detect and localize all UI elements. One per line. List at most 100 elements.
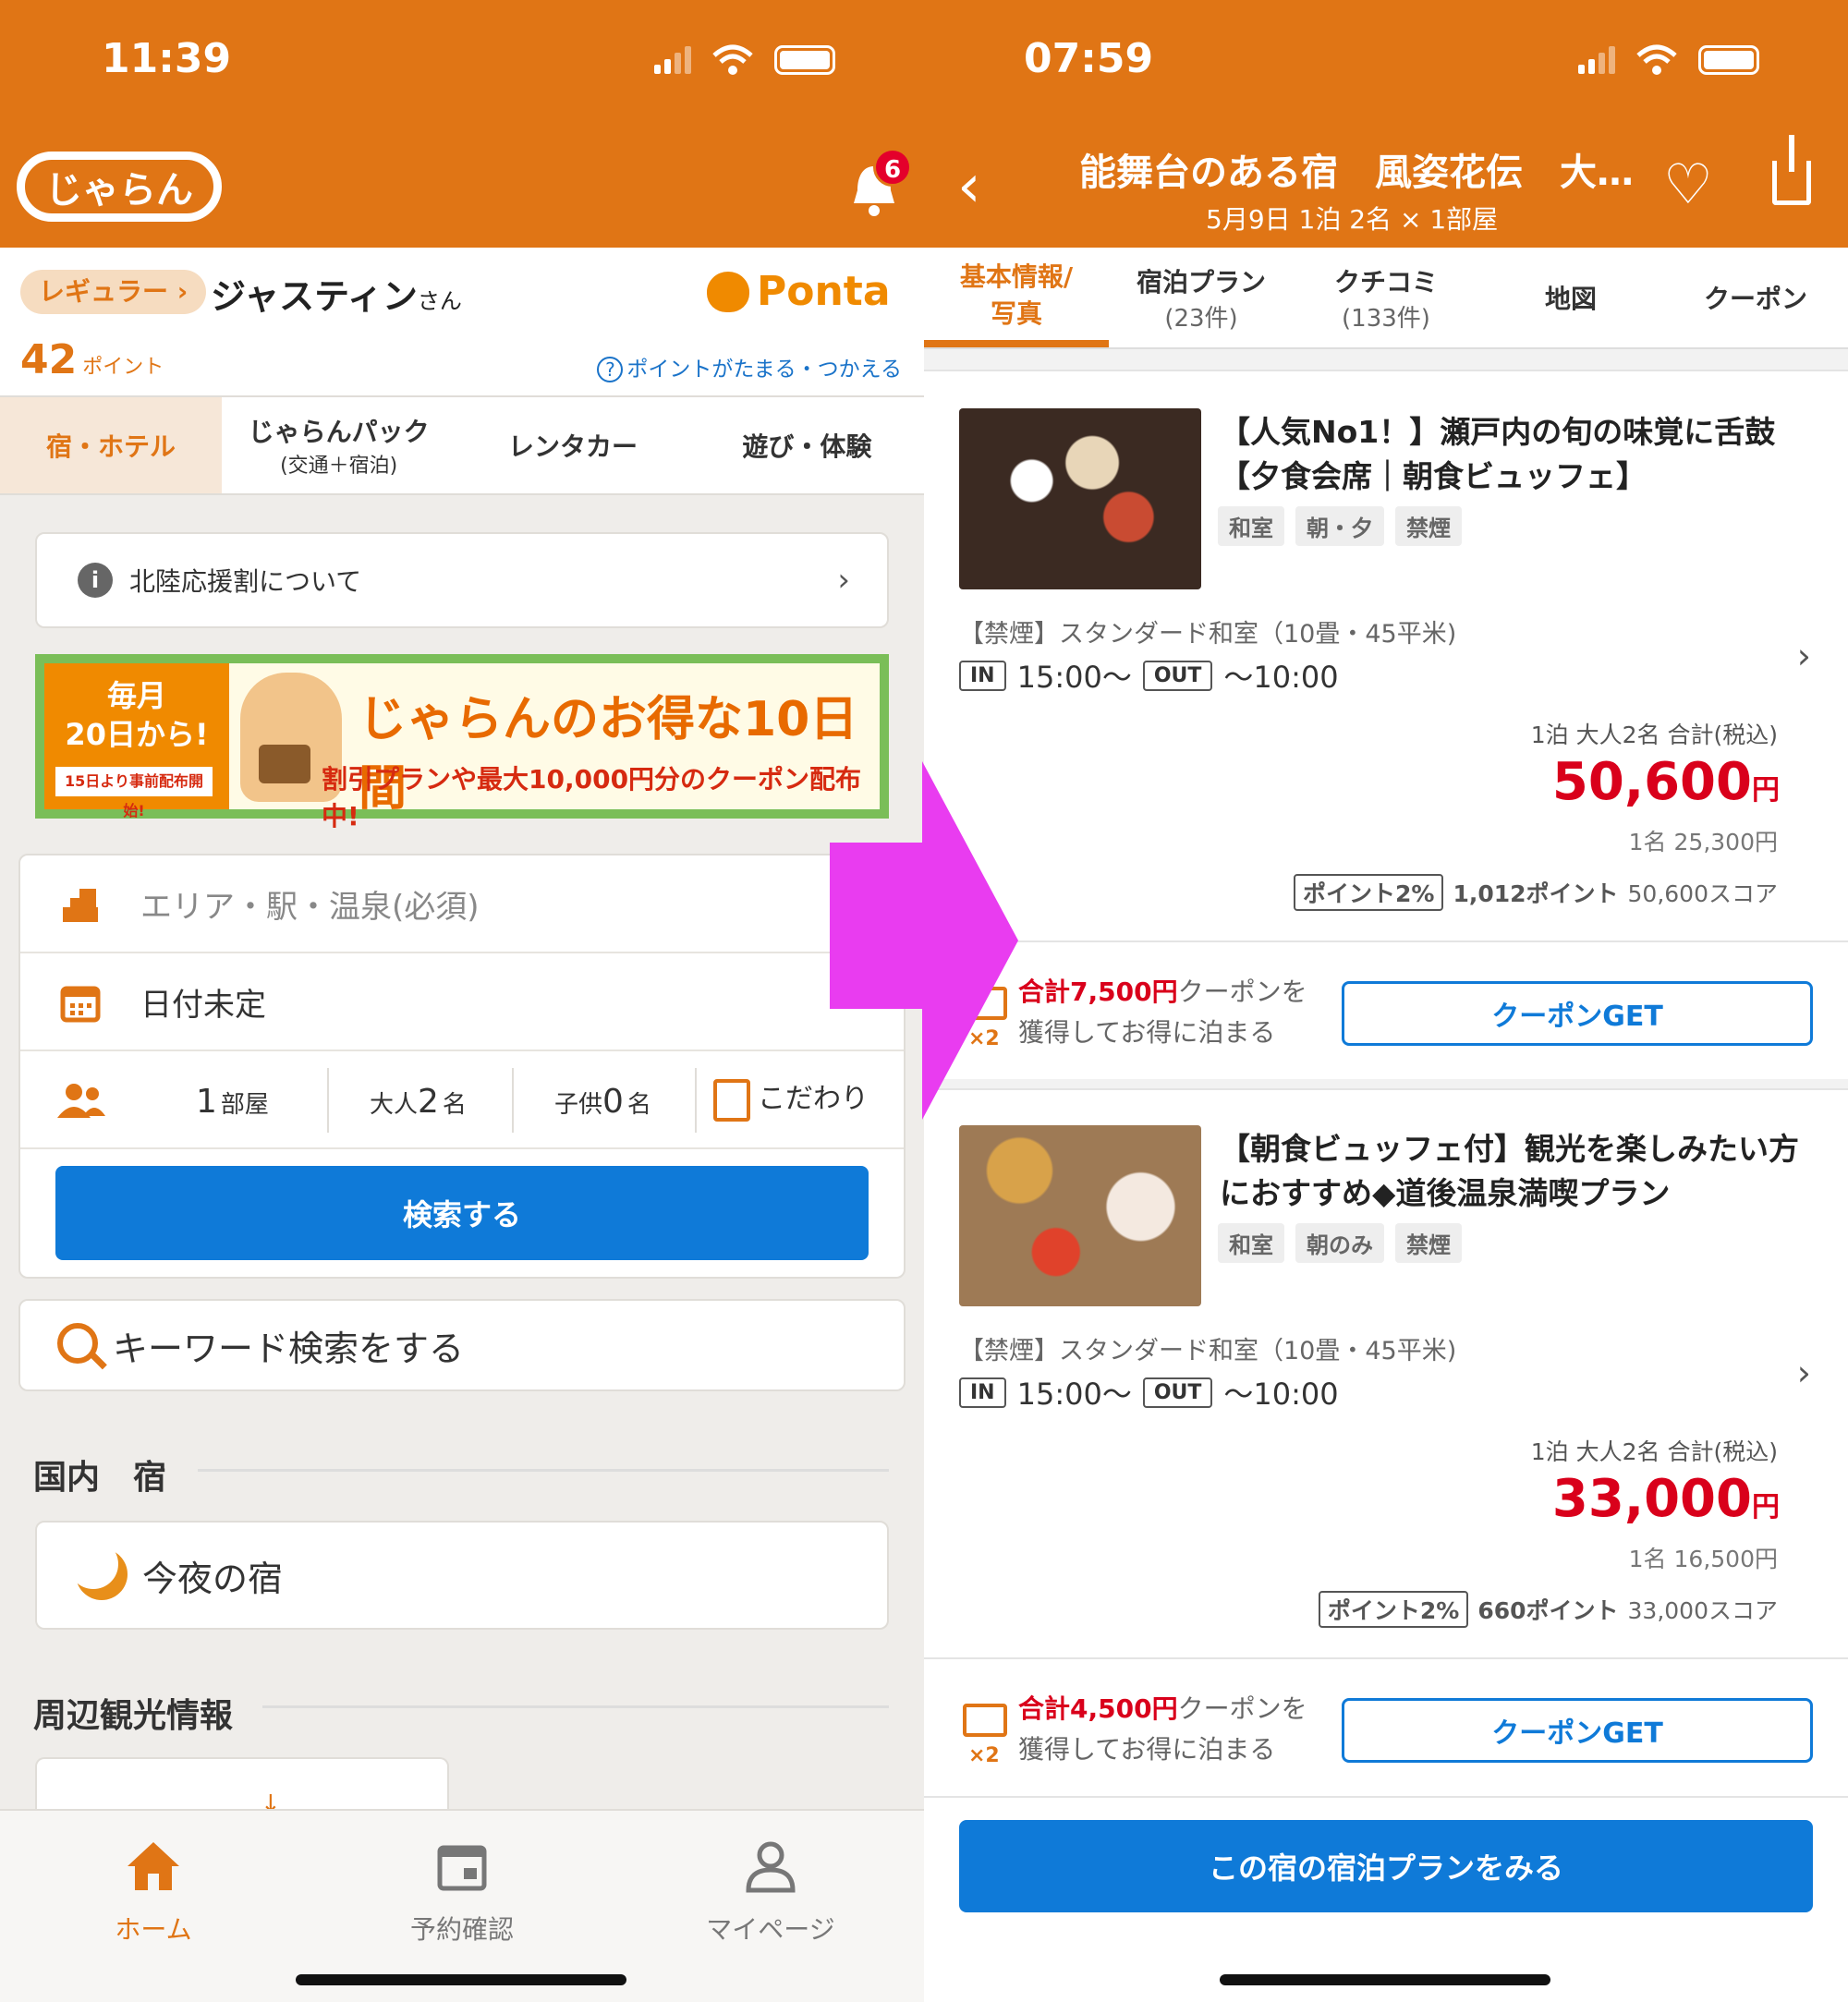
adults-selector[interactable]: 大人2 名 [370,1083,467,1121]
ponta-text: Ponta [757,268,891,315]
section-divider [262,1705,889,1708]
plan-card[interactable]: 【朝食ビュッフェ付】観光を楽しみたい方におすすめ◆道後温泉満喫プラン 和室 朝の… [924,1088,1848,1657]
tab-reviews[interactable]: クチコミ (133件) [1294,248,1478,347]
battery-icon [1698,45,1759,75]
points-help-text: ポイントがたまる・つかえる [626,358,902,382]
date-value: 日付未定 [140,986,266,1024]
nav-home[interactable]: ホーム [61,1824,246,1947]
rooms-selector[interactable]: 1 部屋 [196,1083,269,1121]
coupon-get-button[interactable]: クーポンGET [1342,1698,1813,1763]
out-label: OUT [1142,1377,1213,1408]
nav-label: 予約確認 [409,1914,514,1945]
plan-photo [959,1125,1201,1306]
home-indicator [1220,1974,1550,1985]
tab-label: 宿・ホテル [45,431,176,462]
banner-subline: 割引プランや最大10,000円分のクーポン配布中! [322,764,862,831]
price-unit: 円 [1752,1491,1780,1523]
hotel-tabs: 基本情報/写真 宿泊プラン (23件) クチコミ (133件) 地図 クーポン [924,248,1848,349]
points-display: 42 ポイント [20,336,164,383]
banner-left-top: 毎月 [106,678,166,713]
notification-badge: 6 [873,148,912,187]
tab-hotel[interactable]: 宿・ホテル [0,397,222,493]
tab-label: 遊び・体験 [742,431,872,462]
coupon-get-button[interactable]: クーポンGET [1342,981,1813,1046]
plan-title: 【朝食ビュッフェ付】観光を楽しみたい方におすすめ◆道後温泉満喫プラン [1220,1131,1799,1211]
tab-coupon[interactable]: クーポン [1663,248,1848,347]
keyword-search[interactable]: キーワード検索をする [18,1299,906,1391]
status-icons [1578,44,1759,76]
checkout-time: 〜10:00 [1223,1377,1339,1412]
battery-icon [774,45,835,75]
wifi-icon [712,44,753,75]
person-icon [746,1841,796,1893]
coupon-text: 合計4,500円クーポンを 獲得してお得に泊まる [1018,1689,1307,1770]
tab-sublabel: 写真 [990,298,1042,329]
price-total: 33,000円 [1552,1469,1780,1529]
home-indicator [296,1974,626,1985]
in-label: IN [959,1377,1006,1408]
price-caption: 1泊 大人2名 合計(税込) [1530,722,1778,748]
plan-card[interactable]: 【人気No1！】瀬戸内の旬の味覚に舌鼓【夕食会席｜朝食ビュッフェ】 和室 朝・夕… [924,370,1848,942]
view-plans-button[interactable]: この宿の宿泊プランをみる [959,1820,1813,1912]
signal-icon [1578,46,1615,74]
tab-basic-info[interactable]: 基本情報/写真 [924,248,1109,347]
wifi-icon [1636,44,1677,75]
area-input[interactable]: エリア・駅・温泉(必須) [20,855,904,953]
checkout-time: 〜10:00 [1223,660,1339,695]
price-value: 33,000 [1551,1469,1752,1529]
check-times: IN 15:00〜 OUT 〜10:00 [959,1371,1339,1414]
ponta-logo: Ponta [707,268,891,315]
heart-icon[interactable]: ♡ [1663,155,1713,214]
point-rate: ポイント2% [1318,1591,1469,1628]
coupon-ticket-icon [963,1704,1007,1737]
points-help-link[interactable]: ? ポイントがたまる・つかえる [597,351,902,382]
coupon-text-2: 獲得してお得に泊まる [1018,1017,1276,1048]
tab-activities[interactable]: 遊び・体験 [690,397,924,493]
section-title-sightseeing: 周辺観光情報 [33,1697,234,1735]
member-panel: レギュラー › ジャスティンさん Ponta 42 ポイント ? ポイントがたまる・… [0,248,924,397]
back-icon[interactable]: ‹ [957,157,981,216]
share-icon[interactable] [1772,135,1811,205]
room-name: 【禁煙】スタンダード和室（10畳・45平米) [959,620,1457,649]
promo-banner[interactable]: 毎月 20日から! 15日より事前配布開始! じゃらんのお得な10日間 割引プラ… [35,654,889,831]
price-unit: 円 [1752,774,1780,807]
nav-reservations[interactable]: 予約確認 [370,1824,554,1947]
tonight-card[interactable]: 今夜の宿 [35,1521,889,1630]
tab-plans[interactable]: 宿泊プラン (23件) [1109,248,1294,347]
tab-map[interactable]: 地図 [1478,248,1663,347]
multiplier-label: ×2 [968,1744,1000,1767]
filter-doc-icon [713,1079,750,1122]
date-input[interactable]: 日付未定 [20,953,904,1051]
nav-label: ホーム [115,1914,192,1945]
tab-label: クーポン [1703,284,1807,314]
nav-mypage[interactable]: マイページ [678,1824,863,1947]
children-selector[interactable]: 子供0 名 [554,1083,651,1121]
chevron-right-icon: › [1796,1353,1811,1393]
points-line: ポイント2% 660ポイント 33,000スコア [1318,1591,1778,1628]
tab-label: 地図 [1544,284,1597,314]
checkin-time: 15:00〜 [1016,1377,1132,1412]
tag-smoking: 禁煙 [1395,1223,1462,1263]
jalan-logo[interactable]: じゃらん [17,152,222,222]
people-icon [57,1084,105,1118]
adults-label: 大人 [370,1091,419,1119]
ponta-face-icon [707,271,749,312]
coupon-row: ×2 合計4,500円クーポンを 獲得してお得に泊まる クーポンGET [924,1657,1848,1796]
tab-label: 基本情報/ [959,261,1074,292]
rank-badge[interactable]: レギュラー › [20,270,207,314]
tag-meals: 朝・夕 [1295,506,1384,546]
price-per-person: 1名 16,500円 [1628,1546,1778,1572]
tab-label: クチコミ [1333,266,1438,297]
points-value: 42 [20,336,78,383]
stay-summary: 5月9日 1泊 2名 × 1部屋 [1206,204,1499,235]
tab-rental-car[interactable]: レンタカー [456,397,689,493]
check-times: IN 15:00〜 OUT 〜10:00 [959,654,1339,697]
notice-card[interactable]: i 北陸応援割について › [35,532,889,628]
tab-package[interactable]: じゃらんパック (交通＋宿泊) [222,397,456,493]
status-bar: 11:39 [0,0,924,129]
children-unit: 名 [626,1091,651,1119]
out-label: OUT [1142,660,1213,691]
hotel-title: 能舞台のある宿 風姿花伝 大… [1079,152,1634,194]
search-button[interactable]: 検索する [55,1166,869,1260]
points-line: ポイント2% 1,012ポイント 50,600スコア [1293,874,1778,911]
